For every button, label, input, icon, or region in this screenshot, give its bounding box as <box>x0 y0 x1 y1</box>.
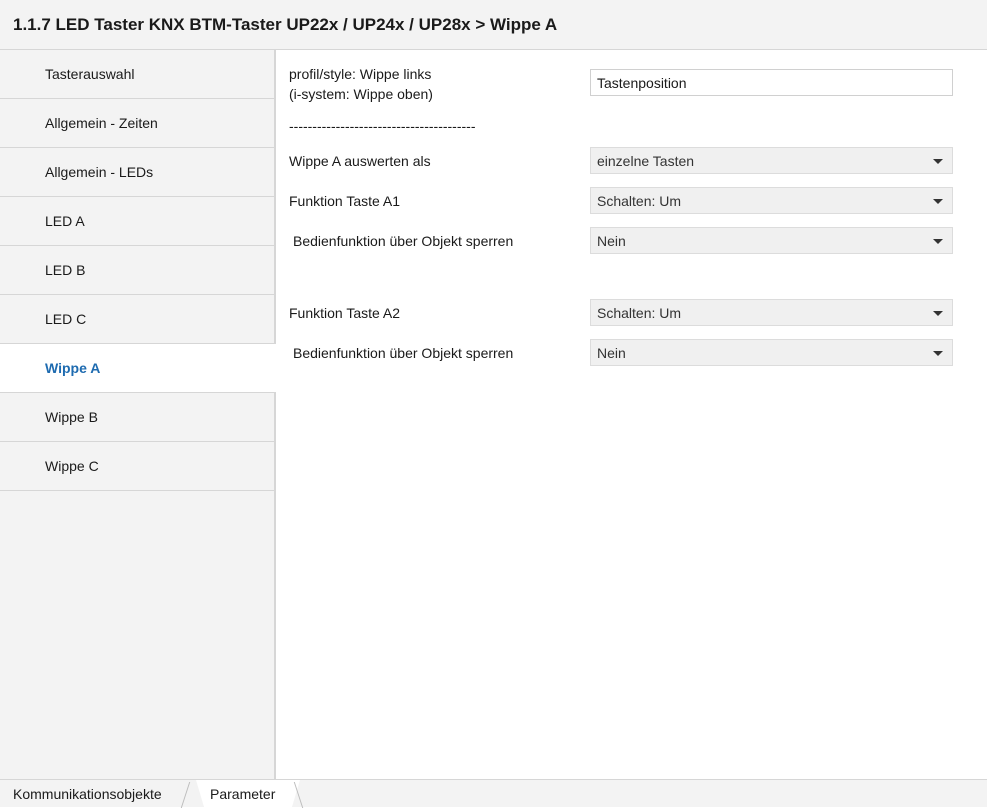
funktion-a1-label: Funktion Taste A1 <box>289 193 401 209</box>
sidebar-item-label: LED C <box>45 311 87 327</box>
sidebar: Tasterauswahl Allgemein - Zeiten Allgeme… <box>0 50 276 779</box>
sidebar-item-label: Tasterauswahl <box>45 66 135 82</box>
tab-label: Parameter <box>210 786 276 802</box>
tastenposition-field[interactable]: Tastenposition <box>590 69 953 96</box>
funktion-a1-select[interactable]: Schalten: Um <box>590 187 953 214</box>
sidebar-item-label: LED B <box>45 262 86 278</box>
parameter-panel: profil/style: Wippe links (i-system: Wip… <box>276 50 987 779</box>
sidebar-item-label: Wippe C <box>45 458 99 474</box>
funktion-a1-value: Schalten: Um <box>597 192 682 209</box>
position-label-line2: (i-system: Wippe oben) <box>289 86 433 102</box>
auswerten-value: einzelne Tasten <box>597 152 695 169</box>
a1-sperren-value: Nein <box>597 232 626 249</box>
chevron-down-icon <box>933 351 943 356</box>
sidebar-item-label: LED A <box>45 213 85 229</box>
tab-divider <box>180 782 191 808</box>
auswerten-label: Wippe A auswerten als <box>289 153 431 169</box>
sidebar-item-label: Wippe B <box>45 409 98 425</box>
page-title: 1.1.7 LED Taster KNX BTM-Taster UP22x / … <box>0 0 987 50</box>
tab-kommunikationsobjekte[interactable]: Kommunikationsobjekte <box>13 780 162 808</box>
auswerten-select[interactable]: einzelne Tasten <box>590 147 953 174</box>
a2-sperren-label: Bedienfunktion über Objekt sperren <box>293 345 514 361</box>
position-label-line1: profil/style: Wippe links <box>289 66 432 82</box>
bottom-tab-bar: Kommunikationsobjekte Parameter <box>0 779 987 808</box>
funktion-a2-select[interactable]: Schalten: Um <box>590 299 953 326</box>
chevron-down-icon <box>933 199 943 204</box>
tab-parameter[interactable]: Parameter <box>196 780 300 808</box>
sidebar-item-wippe-c[interactable]: Wippe C <box>0 442 274 491</box>
funktion-a2-value: Schalten: Um <box>597 304 682 321</box>
a1-sperren-select[interactable]: Nein <box>590 227 953 254</box>
sidebar-item-tasterauswahl[interactable]: Tasterauswahl <box>0 50 274 99</box>
tastenposition-value: Tastenposition <box>597 74 687 91</box>
sidebar-item-allgemein-zeiten[interactable]: Allgemein - Zeiten <box>0 99 274 148</box>
sidebar-item-label: Wippe A <box>45 360 101 376</box>
sidebar-item-led-c[interactable]: LED C <box>0 295 274 344</box>
separator-line: ---------------------------------------- <box>289 118 476 134</box>
a2-sperren-value: Nein <box>597 344 626 361</box>
funktion-a2-label: Funktion Taste A2 <box>289 305 401 321</box>
chevron-down-icon <box>933 159 943 164</box>
sidebar-item-wippe-b[interactable]: Wippe B <box>0 393 274 442</box>
a1-sperren-label: Bedienfunktion über Objekt sperren <box>293 233 514 249</box>
chevron-down-icon <box>933 311 943 316</box>
chevron-down-icon <box>933 239 943 244</box>
sidebar-item-label: Allgemein - Zeiten <box>45 115 158 131</box>
sidebar-item-allgemein-leds[interactable]: Allgemein - LEDs <box>0 148 274 197</box>
sidebar-item-label: Allgemein - LEDs <box>45 164 154 180</box>
a2-sperren-select[interactable]: Nein <box>590 339 953 366</box>
sidebar-item-wippe-a[interactable]: Wippe A <box>0 344 276 393</box>
sidebar-item-led-a[interactable]: LED A <box>0 197 274 246</box>
page-title-text: 1.1.7 LED Taster KNX BTM-Taster UP22x / … <box>13 14 558 34</box>
tab-label: Kommunikationsobjekte <box>13 786 162 802</box>
sidebar-item-led-b[interactable]: LED B <box>0 246 274 295</box>
